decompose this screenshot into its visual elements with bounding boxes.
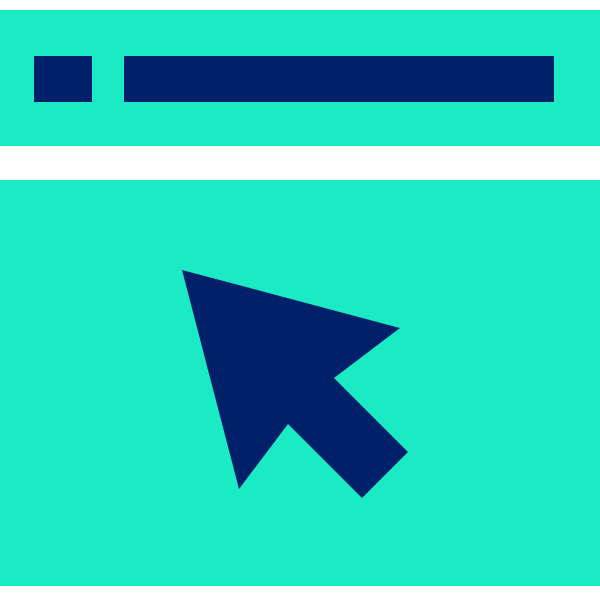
window-control-square	[34, 56, 92, 102]
window-body	[0, 180, 600, 586]
address-bar	[124, 56, 554, 102]
window-titlebar	[0, 10, 600, 146]
browser-window-cursor-icon	[0, 0, 600, 600]
